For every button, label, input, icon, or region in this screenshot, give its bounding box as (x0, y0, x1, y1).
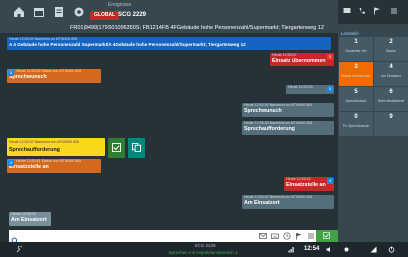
document-icon[interactable] (52, 5, 66, 19)
message-bubble[interactable]: Heute 12:54:02 Nachricht an MTW400 805 A… (242, 195, 334, 209)
top-bar: Ereignisse GLOBAL SCG 2229 (0, 0, 338, 24)
message-bubble[interactable]: Heute 12:53:30 Nachricht an MTW400 805 S… (242, 121, 334, 135)
status-button-9[interactable]: 9 (374, 112, 408, 136)
message-text: Sprechwunsch (9, 74, 47, 80)
message-bubble[interactable]: 5 Heute 12:53:25 Status von MTW400 805 S… (7, 69, 101, 83)
status-button-number: 4 (389, 64, 393, 70)
status-button-5[interactable]: 5 Sprechwunsch (339, 87, 373, 111)
status-number: 4 (8, 160, 14, 166)
incident-banner-text: FR01|9499|179S01096350S; FB1214FB 4FGebä… (70, 25, 324, 31)
panel-title: Leitstelle (341, 31, 359, 36)
message-text: Einsatz übernommen (272, 58, 326, 64)
message-input[interactable] (21, 231, 253, 241)
status-number: 5 (8, 70, 14, 76)
search-icon (11, 232, 19, 245)
status-button-number: 1 (354, 39, 358, 45)
phone-icon[interactable] (358, 7, 366, 15)
status-number: 4 (327, 178, 333, 184)
status-button-number: 9 (389, 114, 393, 120)
message-bubble[interactable]: Heute 12:53:30 Nachricht an MTW400 805 S… (242, 103, 334, 117)
message-meta: Heute 12:53:37 Nachricht von MTW400 805 (9, 140, 80, 144)
status-button-number: 6 (389, 89, 393, 95)
mail-icon[interactable] (259, 232, 267, 240)
panel-toolbar (338, 0, 408, 24)
speaker-icon[interactable] (326, 246, 333, 253)
message-bubble[interactable]: Heute 12:53:00 Nachricht an MTW400 805 A… (7, 37, 331, 50)
copy-icon (132, 143, 141, 152)
signal-icon (288, 246, 295, 253)
message-bubble[interactable]: Heute 12:53:29 5 (286, 85, 334, 94)
message-composer (9, 230, 338, 245)
clock-icon[interactable] (283, 232, 291, 240)
message-text: Sprechaufforderung (244, 126, 295, 132)
accept-button[interactable] (108, 138, 125, 158)
message-bubble[interactable]: Heute 12:53:37 Nachricht von MTW400 805 … (7, 138, 105, 156)
status-button-label: Sprechwunsch (345, 99, 367, 103)
status-button-number: 0 (354, 114, 358, 120)
send-button[interactable] (316, 230, 338, 242)
power-icon[interactable] (388, 246, 395, 253)
message-bubble[interactable]: Heute 12:53:07 Einsatz übernommen 3 (270, 53, 334, 66)
status-button-label: Am Einsatzort (381, 74, 401, 78)
status-button-3[interactable]: 3 Einsatz übernommen (339, 62, 373, 86)
message-bubble[interactable]: 4 Heute 12:53:41 Status von MTW400 805 E… (7, 159, 101, 173)
ereignisse-label: Ereignisse (108, 2, 132, 8)
status-bar: SCG 2229 Sprechen mit Inspektionsbereich… (0, 242, 408, 257)
status-button-1[interactable]: 1 Einsatzber. frei (339, 37, 373, 61)
clock-time: 12:54 (304, 246, 320, 252)
home-icon[interactable] (12, 5, 26, 19)
message-text: A 4 Gebäude hohe Personenzahl Supermarkt… (9, 42, 246, 47)
status-button-label: Einsatz übernommen (340, 74, 372, 78)
message-text: Sprechwunsch (244, 108, 282, 114)
status-button-label: Wache (386, 49, 396, 53)
status-button-label: Nicht einsatzbereit (377, 99, 405, 103)
status-number: 3 (327, 54, 333, 60)
check-icon (112, 143, 121, 152)
list-icon[interactable] (390, 7, 398, 15)
status-button-2[interactable]: 2 Wache (374, 37, 408, 61)
message-text: Einsatzstelle an (9, 164, 49, 170)
message-text: Am Einsatzort (11, 217, 47, 223)
keyboard-icon[interactable] (271, 232, 279, 240)
message-feed: FR01|9499|179S01096350S; FB1214FB 4FGebä… (0, 24, 338, 230)
status-button-0[interactable]: 0 Pri. Sprechwunsch (339, 112, 373, 136)
status-panel: Leitstelle 1 Einsatzber. frei 2 Wache 3 … (338, 0, 408, 242)
settings-icon[interactable] (72, 5, 86, 19)
status-button-label: Pri. Sprechwunsch (342, 124, 370, 128)
flag-icon[interactable] (295, 232, 303, 240)
unit-id: SCG 2229 (118, 12, 147, 18)
message-bubble[interactable]: Heute 12:54:02 Am Einsatzort (9, 212, 51, 226)
wrench-icon[interactable] (16, 246, 23, 253)
copy-button[interactable] (128, 138, 145, 158)
message-text: Sprechaufforderung (9, 147, 60, 153)
calendar-icon[interactable] (32, 5, 46, 19)
status-button-number: 3 (354, 64, 358, 70)
radio-status: Sprechen mit Inspektionsbereich 1 (168, 250, 238, 255)
status-button-6[interactable]: 6 Nicht einsatzbereit (374, 87, 408, 111)
incident-banner: FR01|9499|179S01096350S; FB1214FB 4FGebä… (0, 24, 338, 33)
list-icon[interactable] (307, 232, 315, 240)
message-icon[interactable] (343, 7, 351, 15)
message-text: Am Einsatzort (244, 200, 280, 206)
status-button-number: 2 (389, 39, 393, 45)
message-bubble[interactable]: 4 Heute 12:54:02 Einsatzstelle an (284, 177, 334, 191)
global-badge[interactable]: GLOBAL (90, 11, 120, 20)
status-button-number: 5 (354, 89, 358, 95)
check-icon (323, 232, 330, 239)
status-button-label: Einsatzber. frei (345, 49, 367, 53)
network-icon (370, 246, 377, 253)
status-button-4[interactable]: 4 Am Einsatzort (374, 62, 408, 86)
status-unit: SCG 2229 (194, 243, 216, 248)
status-number: 5 (327, 86, 333, 92)
brightness-icon[interactable] (343, 246, 350, 253)
flag-icon[interactable] (373, 7, 381, 15)
